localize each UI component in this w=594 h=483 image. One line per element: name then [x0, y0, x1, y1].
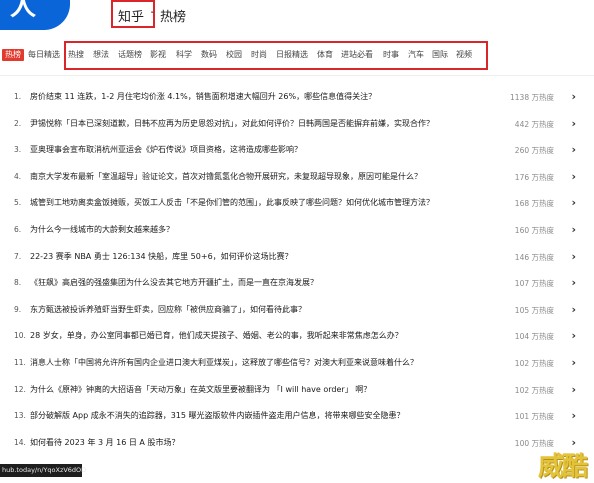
tab-5[interactable]: 影视 — [150, 50, 166, 60]
item-question[interactable]: 东方甄选被投诉养殖虾当野生虾卖，回应称「被供应商骗了」，如何看待此事？ — [30, 304, 306, 315]
status-url: hub.today/n/YqoXzV6dOD — [2, 466, 87, 474]
item-rank: 8. — [14, 278, 22, 288]
watermark-logo: 威酷 — [538, 452, 588, 482]
item-question[interactable]: 为什么《原神》钟离的大招语音「天动万象」在英文版里要被翻译为 「I will h… — [30, 384, 371, 395]
chevron-right-icon[interactable]: › — [571, 356, 576, 369]
zhihu-logo[interactable]: 人 — [0, 0, 70, 30]
item-question[interactable]: 28 岁女，单身，办公室同事都已婚已育，他们成天提孩子、婚姻、老公的事，我听起来… — [30, 330, 403, 341]
item-heat: 104 万热度 — [514, 332, 554, 342]
tab-2[interactable]: 热搜 — [68, 50, 84, 60]
hot-list-item[interactable]: 4. 南京大学发布最新「室温超导」验证论文，首次对镥氮氢化合物开展研究，未复现超导… — [0, 164, 594, 190]
header-divider — [0, 75, 594, 76]
hot-list-item[interactable]: 10. 28 岁女，单身，办公室同事都已婚已育，他们成天提孩子、婚姻、老公的事，我… — [0, 323, 594, 349]
item-rank: 1. — [14, 92, 22, 101]
chevron-right-icon[interactable]: › — [571, 250, 576, 263]
item-heat: 160 万热度 — [514, 226, 554, 235]
item-question[interactable]: 城管到工地劝离卖盒饭摊贩，买饭工人反击「不是你们管的范围」，此事反映了哪些问题？… — [30, 197, 434, 208]
hot-list-item[interactable]: 8. 《狂飙》高启强的强盛集团为什么没去其它地方开疆扩土，而是一直在京海发展？ 10… — [0, 270, 594, 296]
tab-7[interactable]: 数码 — [201, 50, 217, 60]
tab-16[interactable]: 视频 — [456, 50, 472, 60]
item-heat: 107 万热度 — [514, 279, 554, 289]
tab-0[interactable]: 热榜 — [2, 49, 24, 61]
item-heat: 168 万热度 — [514, 199, 554, 209]
chevron-right-icon[interactable]: › — [571, 303, 576, 316]
item-rank: 11. — [14, 358, 26, 367]
tab-10[interactable]: 日报精选 — [276, 50, 308, 60]
tab-13[interactable]: 时事 — [383, 50, 399, 60]
item-rank: 2. — [14, 118, 22, 128]
tab-8[interactable]: 校园 — [226, 50, 242, 60]
hot-list-item[interactable]: 14. 如何看待 2023 年 3 月 16 日 A 股市场？ 100 万热度 › — [0, 430, 594, 456]
item-rank: 13. — [14, 411, 26, 421]
tab-12[interactable]: 进站必看 — [341, 50, 373, 60]
chevron-right-icon[interactable]: › — [571, 196, 576, 209]
item-heat: 1138 万热度 — [510, 93, 554, 102]
page-title: 热榜 — [160, 10, 187, 25]
chevron-right-icon[interactable]: › — [571, 383, 576, 396]
item-heat: 102 万热度 — [514, 359, 554, 368]
tab-15[interactable]: 国际 — [432, 50, 448, 60]
hot-list-item[interactable]: 3. 亚奥理事会宣布取消杭州亚运会《炉石传说》项目资格，这将造成哪些影响？ 260 … — [0, 137, 594, 163]
hot-list-item[interactable]: 2. 尹锡悦称「日本已深刻道歉，日韩不应再为历史恩怨对抗」，对此如何评价？日韩两国… — [0, 111, 594, 137]
item-heat: 101 万热度 — [514, 412, 554, 422]
item-rank: 3. — [14, 145, 22, 155]
title-separator: · — [150, 6, 155, 21]
item-question[interactable]: 消息人士称「中国将允许所有国内企业进口澳大利亚煤炭」，这释放了哪些信号？对澳大利… — [30, 357, 418, 368]
hot-list-item[interactable]: 11. 消息人士称「中国将允许所有国内企业进口澳大利亚煤炭」，这释放了哪些信号？对… — [0, 350, 594, 376]
item-rank: 5. — [14, 198, 22, 208]
chevron-right-icon[interactable]: › — [571, 329, 576, 342]
item-question[interactable]: 亚奥理事会宣布取消杭州亚运会《炉石传说》项目资格，这将造成哪些影响？ — [30, 144, 302, 155]
chevron-right-icon[interactable]: › — [571, 276, 576, 289]
item-heat: 102 万热度 — [514, 385, 554, 395]
chevron-right-icon[interactable]: › — [571, 409, 576, 422]
item-question[interactable]: 部分破解版 App 成永不消失的追踪器，315 曝光盗版软件内嵌插件盗走用户信息… — [30, 410, 405, 421]
tab-9[interactable]: 时尚 — [251, 50, 267, 60]
item-heat: 442 万热度 — [514, 119, 554, 129]
item-rank: 12. — [14, 384, 26, 394]
chevron-right-icon[interactable]: › — [571, 117, 576, 130]
item-rank: 4. — [14, 171, 22, 181]
item-heat: 176 万热度 — [514, 172, 554, 182]
chevron-right-icon[interactable]: › — [571, 90, 576, 103]
tab-3[interactable]: 想法 — [93, 50, 109, 60]
hot-list-item[interactable]: 12. 为什么《原神》钟离的大招语音「天动万象」在英文版里要被翻译为 「I wil… — [0, 377, 594, 403]
hot-list-item[interactable]: 13. 部分破解版 App 成永不消失的追踪器，315 曝光盗版软件内嵌插件盗走用… — [0, 403, 594, 429]
tab-6[interactable]: 科学 — [176, 50, 192, 60]
hot-list-item[interactable]: 7. 22-23 赛季 NBA 勇士 126:134 快船，库里 50+6，如何评… — [0, 244, 594, 270]
item-question[interactable]: 为什么今一线城市的大龄剩女越来越多？ — [30, 224, 174, 235]
chevron-right-icon[interactable]: › — [571, 170, 576, 183]
item-question[interactable]: 房价结束 11 连跌，1-2 月住宅均价涨 4.1%，销售面积增速大幅回升 26… — [30, 91, 376, 102]
tab-1[interactable]: 每日精选 — [28, 50, 60, 60]
tab-11[interactable]: 体育 — [317, 50, 333, 60]
hot-list-item[interactable]: 1. 房价结束 11 连跌，1-2 月住宅均价涨 4.1%，销售面积增速大幅回升 … — [0, 84, 594, 110]
hot-list-item[interactable]: 9. 东方甄选被投诉养殖虾当野生虾卖，回应称「被供应商骗了」，如何看待此事？ 105… — [0, 297, 594, 323]
hot-list-item[interactable]: 6. 为什么今一线城市的大龄剩女越来越多？ 160 万热度 › — [0, 217, 594, 243]
hot-list-item[interactable]: 5. 城管到工地劝离卖盒饭摊贩，买饭工人反击「不是你们管的范围」，此事反映了哪些问… — [0, 190, 594, 216]
item-question[interactable]: 尹锡悦称「日本已深刻道歉，日韩不应再为历史恩怨对抗」，对此如何评价？日韩两国是否… — [30, 118, 434, 129]
zhihu-logo-glyph: 人 — [10, 0, 37, 22]
item-rank: 9. — [14, 304, 22, 314]
item-question[interactable]: 南京大学发布最新「室温超导」验证论文，首次对镥氮氢化合物开展研究，未复现超导现象… — [30, 171, 422, 182]
item-question[interactable]: 22-23 赛季 NBA 勇士 126:134 快船，库里 50+6，如何评价这… — [30, 251, 293, 262]
item-heat: 146 万热度 — [514, 252, 554, 262]
item-question[interactable]: 《狂飙》高启强的强盛集团为什么没去其它地方开疆扩土，而是一直在京海发展？ — [30, 277, 318, 288]
item-question[interactable]: 如何看待 2023 年 3 月 16 日 A 股市场？ — [30, 437, 179, 448]
item-rank: 6. — [14, 225, 22, 234]
chevron-right-icon[interactable]: › — [571, 223, 576, 236]
item-rank: 14. — [14, 437, 26, 447]
tab-4[interactable]: 话题榜 — [118, 50, 142, 60]
brand-name[interactable]: 知乎 — [118, 6, 144, 25]
tab-14[interactable]: 汽车 — [408, 50, 424, 60]
item-heat: 260 万热度 — [514, 146, 554, 156]
chevron-right-icon[interactable]: › — [571, 143, 576, 156]
item-heat: 105 万热度 — [514, 305, 554, 315]
item-rank: 7. — [14, 251, 22, 261]
item-rank: 10. — [14, 331, 26, 341]
